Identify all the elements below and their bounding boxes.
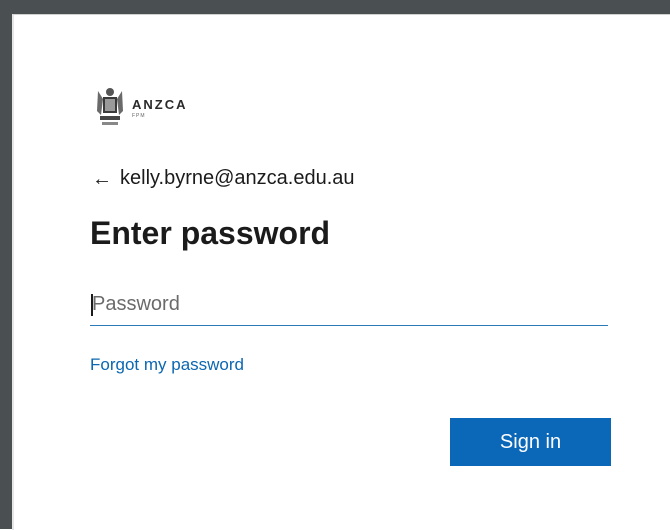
signin-card: ANZCA FPM ← kelly.byrne@anzca.edu.au Ent… <box>12 14 670 530</box>
forgot-password-link[interactable]: Forgot my password <box>90 355 244 375</box>
page-title: Enter password <box>90 215 331 251</box>
text-caret <box>91 294 93 316</box>
account-email: kelly.byrne@anzca.edu.au <box>120 167 355 189</box>
arrow-left-icon[interactable]: ← <box>92 169 112 189</box>
account-back-row[interactable]: ← kelly.byrne@anzca.edu.au <box>92 167 355 190</box>
brand-sub: FPM <box>132 112 146 119</box>
coat-of-arms-icon <box>97 88 123 125</box>
password-field-wrapper <box>90 285 610 326</box>
brand-name: ANZCA <box>132 96 188 112</box>
brand-text: ANZCA FPM <box>132 98 188 119</box>
sign-in-button[interactable]: Sign in <box>450 418 611 466</box>
password-input[interactable] <box>90 285 610 323</box>
brand-logo: ANZCA FPM <box>94 85 188 131</box>
window-frame: ANZCA FPM ← kelly.byrne@anzca.edu.au Ent… <box>0 0 670 530</box>
